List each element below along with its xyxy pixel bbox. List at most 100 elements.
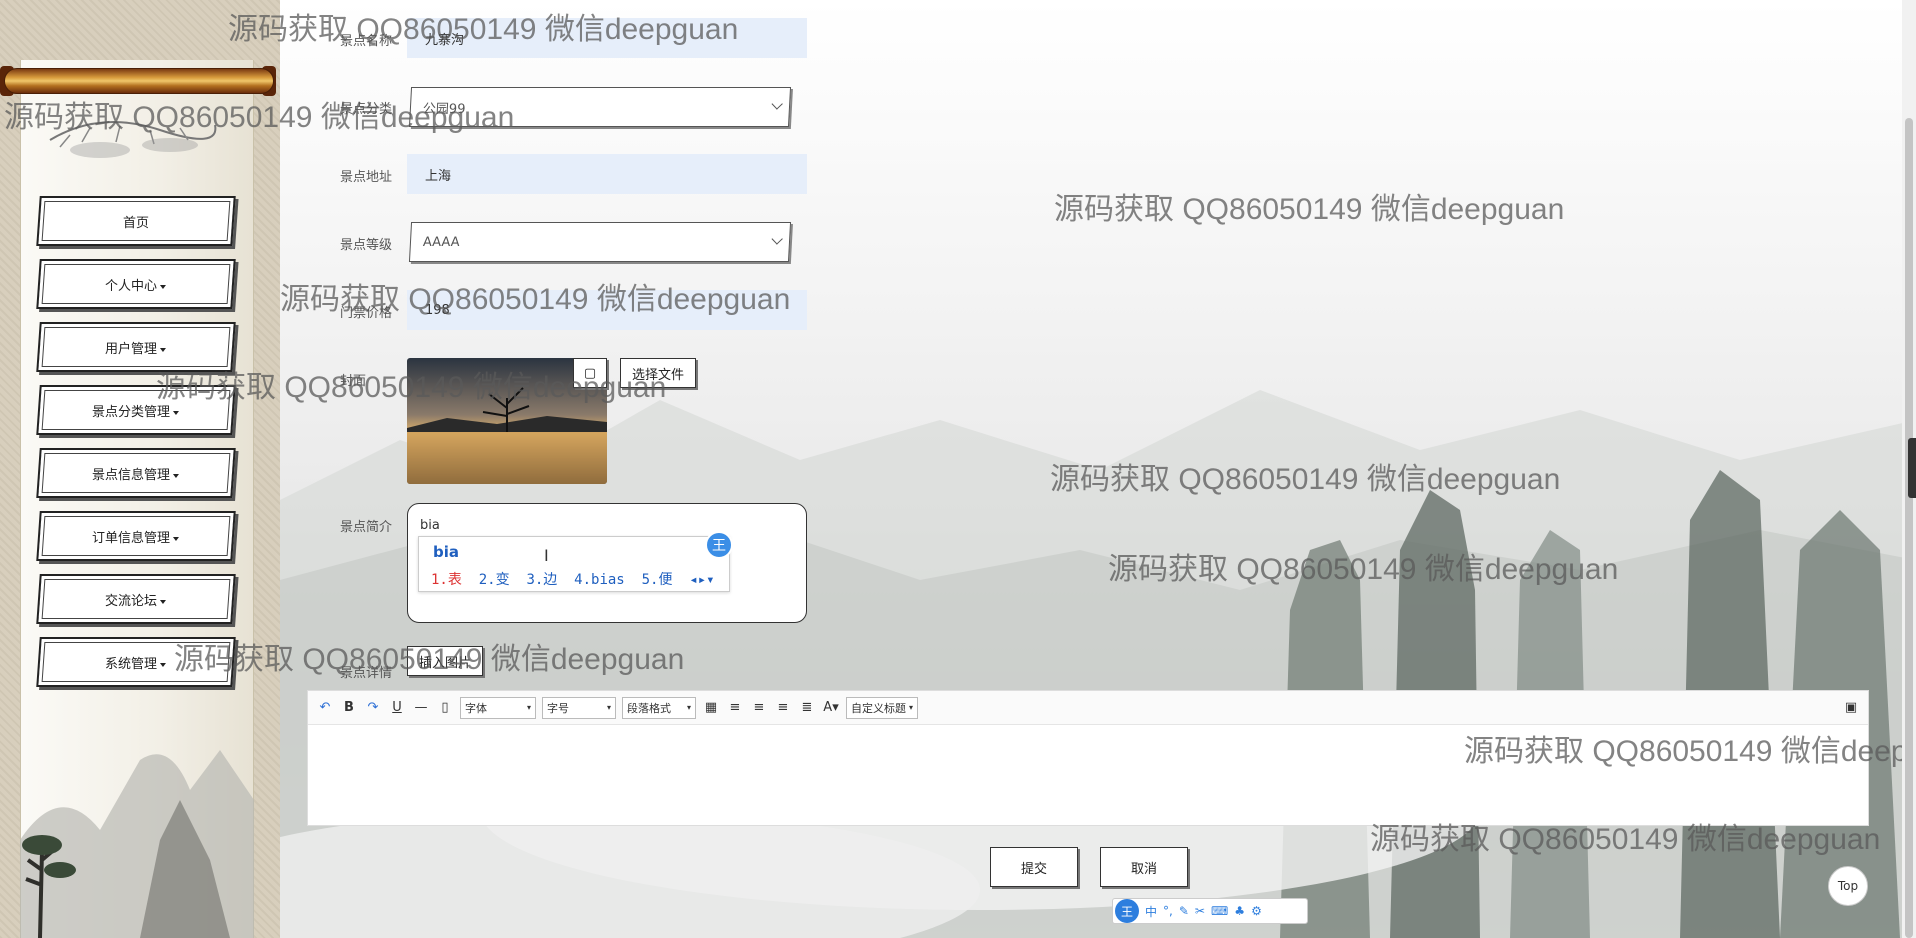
font-size-label: 字号 [547,701,569,715]
scissors-icon[interactable]: ✂ [1195,904,1205,918]
insert-image-button[interactable]: 插入图片 [407,646,483,676]
nav-label: 交流论坛 [105,593,158,609]
back-to-top-button[interactable]: Top [1828,866,1868,906]
ime-logo-icon: 王 [1115,899,1139,923]
category-value: 公园99 [422,101,466,117]
nav-order-management[interactable]: 订单信息管理 [36,511,236,561]
cancel-button[interactable]: 取消 [1100,847,1188,887]
category-label: 景点分类 [340,102,393,117]
nav-home-label: 首页 [122,215,149,231]
submit-button[interactable]: 提交 [990,847,1078,887]
dropdown-arrow-icon: ▾ [686,703,691,712]
level-label: 景点等级 [340,238,393,253]
nav-system-management[interactable]: 系统管理 [36,637,236,687]
align-left-icon[interactable]: ≡ [726,700,744,715]
address-label: 景点地址 [340,170,393,185]
horizontal-rule-icon[interactable]: — [412,700,430,715]
pen-icon[interactable]: ✎ [1179,904,1189,918]
caret-down-icon [160,662,167,666]
watermark: 源码获取 QQ86050149 微信deepguan [1108,553,1619,586]
custom-title-label: 自定义标题 [851,701,906,715]
dropdown-arrow-icon: ▾ [606,703,611,712]
ime-composition: bia [433,543,460,561]
bold-icon[interactable]: B [340,700,358,715]
ime-status-bar[interactable]: 王 中 °, ✎ ✂ ⌨ ♣ ⚙ [1112,898,1308,924]
font-select[interactable]: 字体 ▾ [460,696,536,719]
ime-page-arrows[interactable]: ◂▸▾ [689,572,714,588]
paragraph-label: 段落格式 [627,701,671,715]
align-justify-icon[interactable]: ≣ [798,700,816,715]
ime-mode[interactable]: 中 [1145,903,1157,920]
watermark: 源码获取 QQ86050149 微信deepguan [1050,463,1561,496]
paragraph-select[interactable]: 段落格式 ▾ [622,696,696,719]
chevron-down-icon [771,233,783,245]
dropdown-arrow-icon: ▾ [526,703,531,712]
font-select-label: 字体 [465,701,487,715]
side-nav: 首页 个人中心 用户管理 景点分类管理 景点信息管理 订单信息管理 交流论坛 系… [36,196,236,700]
image-icon: ▢ [583,365,597,381]
image-edit-button[interactable]: ▢ [573,358,607,388]
nav-forum[interactable]: 交流论坛 [36,574,236,624]
font-size-select[interactable]: 字号 ▾ [542,696,616,719]
settings-gear-icon[interactable]: ⚙ [1251,904,1262,918]
align-right-icon[interactable]: ≡ [750,700,768,715]
scroll-rod [4,68,274,94]
price-label: 门票价格 [340,306,393,321]
ime-candidates: 1.表 2.变 3.边 4.bias 5.便 ◂▸▾ [431,569,715,589]
name-label: 景点名称 [340,34,393,49]
align-center-icon[interactable]: ≡ [774,700,792,715]
intro-label: 景点简介 [340,520,393,535]
ime-candidate[interactable]: 1.表 [431,572,462,588]
caret-down-icon [173,536,180,540]
punctuation-icon[interactable]: °, [1163,904,1173,918]
side-handle[interactable] [1908,438,1916,498]
intro-text: bia [420,518,440,533]
nav-label: 景点分类管理 [92,404,171,420]
redo-icon[interactable]: ↷ [364,700,382,715]
nav-user-management[interactable]: 用户管理 [36,322,236,372]
chevron-down-icon [771,98,783,110]
level-value: AAAA [422,234,461,250]
nav-home[interactable]: 首页 [36,196,236,246]
font-color-glyph: A [823,700,833,715]
category-select[interactable]: 公园99 [408,87,792,127]
level-select[interactable]: AAAA [408,222,792,262]
nav-label: 个人中心 [105,278,158,294]
skin-icon[interactable]: ♣ [1234,904,1245,918]
caret-down-icon [173,410,180,414]
dropdown-arrow-icon: ▾ [908,703,913,712]
table-icon[interactable]: ▦ [702,700,720,715]
keyboard-icon[interactable]: ⌨ [1211,904,1228,918]
nav-category-management[interactable]: 景点分类管理 [36,385,236,435]
ime-candidate[interactable]: 4.bias [574,572,625,588]
ime-candidate[interactable]: 5.便 [642,572,673,588]
caret-down-icon [160,347,167,351]
ime-candidate[interactable]: 3.边 [526,572,557,588]
ime-candidate[interactable]: 2.变 [479,572,510,588]
sidebar: 首页 个人中心 用户管理 景点分类管理 景点信息管理 订单信息管理 交流论坛 系… [0,0,280,938]
ime-candidate-popup: bia 1.表 2.变 3.边 4.bias 5.便 ◂▸▾ 王 [418,531,733,592]
name-input[interactable]: 九寨沟 [407,18,807,58]
undo-icon[interactable]: ↶ [316,700,334,715]
custom-title-select[interactable]: 自定义标题 ▾ [846,696,918,719]
fullscreen-icon[interactable]: ▣ [1842,700,1860,715]
page-icon[interactable]: ▯ [436,700,454,715]
detail-label: 景点详情 [340,666,393,681]
nav-spot-management[interactable]: 景点信息管理 [36,448,236,498]
choose-file-button[interactable]: 选择文件 [620,358,696,388]
font-color-icon[interactable]: A▾ [822,700,840,715]
nav-personal-center[interactable]: 个人中心 [36,259,236,309]
editor-toolbar: ↶ B ↷ U — ▯ 字体 ▾ 字号 ▾ 段落格式 ▾ ▦ ≡ ≡ ≡ ≣ A▾ 自… [308,691,1868,725]
scrollbar-thumb[interactable] [1905,118,1913,938]
address-input[interactable]: 上海 [407,154,807,194]
watermark: 源码获取 QQ86050149 微信deepguan [1054,193,1565,226]
mountain-pine-illustration [20,750,254,938]
caret-down-icon [160,284,167,288]
nav-label: 景点信息管理 [92,467,171,483]
cover-label: 封面 [340,374,367,389]
underline-icon[interactable]: U [388,700,406,715]
nav-label: 订单信息管理 [92,530,171,546]
text-cursor-icon: I [544,546,549,565]
price-input[interactable]: 198 [407,290,807,330]
caret-down-icon [160,599,167,603]
